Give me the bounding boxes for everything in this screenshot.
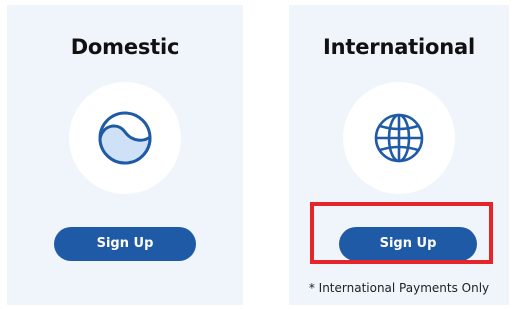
globe-icon <box>374 113 424 163</box>
domestic-card: Domestic Sign Up <box>7 5 243 305</box>
highlight-box <box>310 202 493 264</box>
international-payments-note: * International Payments Only <box>308 281 490 295</box>
international-icon-container <box>343 82 455 194</box>
domestic-sign-up-button[interactable]: Sign Up <box>54 227 196 261</box>
domestic-title: Domestic <box>70 35 180 59</box>
international-title: International <box>323 35 475 59</box>
signup-options: Domestic Sign Up International Sign Up *… <box>0 0 513 309</box>
domestic-icon-container <box>69 82 181 194</box>
half-filled-circle-icon <box>98 111 152 165</box>
